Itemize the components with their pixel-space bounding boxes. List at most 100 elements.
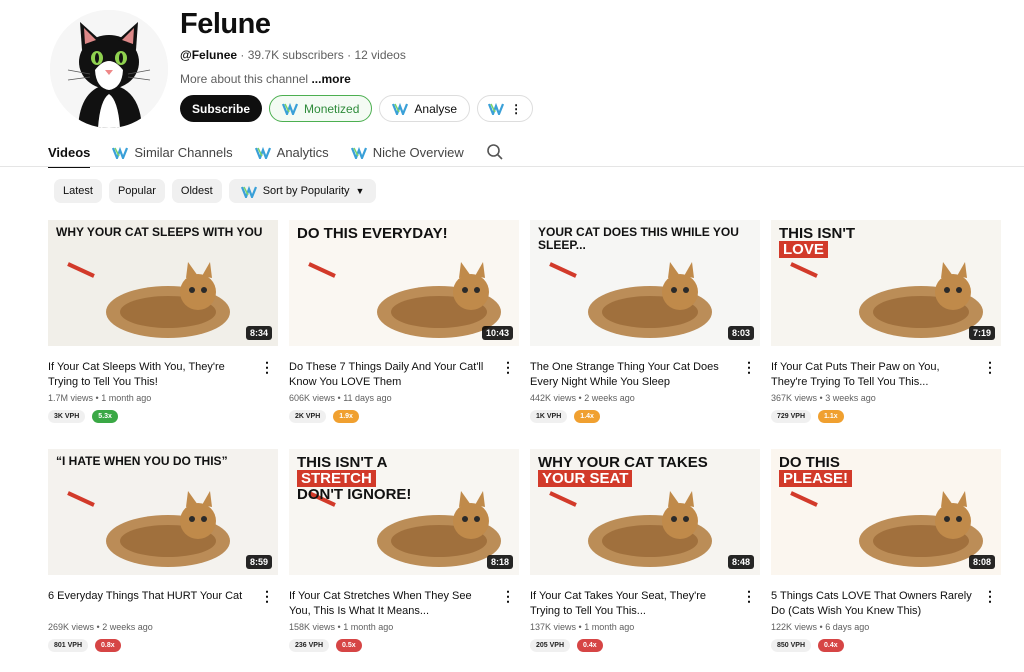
tab-similar-channels[interactable]: Similar Channels [112,140,233,164]
search-button[interactable] [486,140,504,164]
video-menu-icon[interactable]: ⋮ [983,360,997,374]
view-count: 1.7M views [48,393,94,403]
chip-latest[interactable]: Latest [54,179,102,203]
video-card[interactable]: THIS ISN'T A STRETCH DON'T IGNORE! 8:18 … [289,449,519,659]
tab-videos[interactable]: Videos [48,140,91,168]
tab-label: Analytics [276,144,329,160]
thumbnail-text-highlight: PLEASE! [779,469,853,487]
video-menu-icon[interactable]: ⋮ [501,589,515,603]
video-title[interactable]: 6 Everyday Things That HURT Your Cat [48,589,253,604]
vph-badge: 205 VPH [530,639,571,652]
video-thumbnail[interactable]: DO THIS PLEASE! 8:08 [771,449,1001,575]
channel-avatar[interactable] [50,10,168,128]
video-duration: 8:08 [968,555,995,569]
video-title[interactable]: If Your Cat Puts Their Paw on You, They'… [771,360,976,390]
view-count: 367K views [771,393,818,403]
video-meta: 606K views • 11 days ago [289,393,392,403]
video-card[interactable]: YOUR CAT DOES THIS WHILE YOU SLEEP... 8:… [530,220,760,430]
video-thumbnail[interactable]: THIS ISN'T A STRETCH DON'T IGNORE! 8:18 [289,449,519,575]
video-title[interactable]: If Your Cat Takes Your Seat, They're Try… [530,589,735,619]
channel-meta: @Felunee · 39.7K subscribers · 12 videos [180,48,406,62]
video-card[interactable]: WHY YOUR CAT SLEEPS WITH YOU 8:34 If You… [48,220,278,430]
video-meta: 367K views • 3 weeks ago [771,393,876,403]
vph-badge: 1K VPH [530,410,568,423]
thumbnail-headline: DO THIS PLEASE! [779,455,993,487]
video-menu-icon[interactable]: ⋮ [260,589,274,603]
video-thumbnail[interactable]: “I HATE WHEN YOU DO THIS” 8:59 [48,449,278,575]
more-options-button[interactable]: ⋮ [477,95,534,122]
video-thumbnail[interactable]: YOUR CAT DOES THIS WHILE YOU SLEEP... 8:… [530,220,760,346]
vph-badge: 2K VPH [289,410,327,423]
thumbnail-text: WHY YOUR CAT SLEEPS WITH YOU [56,225,263,239]
video-card[interactable]: DO THIS PLEASE! 8:08 5 Things Cats LOVE … [771,449,1001,659]
video-card[interactable]: THIS ISN'T LOVE 7:19 If Your Cat Puts Th… [771,220,1001,430]
thumbnail-text: DO THIS EVERYDAY! [297,225,448,242]
video-card[interactable]: DO THIS EVERYDAY! 10:43 Do These 7 Thing… [289,220,519,430]
video-title[interactable]: If Your Cat Stretches When They See You,… [289,589,494,619]
video-title[interactable]: Do These 7 Things Daily And Your Cat'll … [289,360,494,390]
video-stats: 801 VPH 0.8x [48,639,121,652]
monetized-button[interactable]: Monetized [269,95,373,122]
thumbnail-headline: WHY YOUR CAT TAKES YOUR SEAT [538,455,752,487]
analyse-button[interactable]: Analyse [379,95,471,122]
video-meta: 269K views • 2 weeks ago [48,622,153,632]
video-title[interactable]: 5 Things Cats LOVE That Owners Rarely Do… [771,589,976,619]
vidiq-icon [112,146,129,159]
chevron-down-icon: ▼ [355,186,365,196]
multiplier-badge: 1.4x [574,410,600,423]
view-count: 606K views [289,393,336,403]
video-duration: 8:18 [486,555,513,569]
video-card[interactable]: “I HATE WHEN YOU DO THIS” 8:59 6 Everyda… [48,449,278,659]
thumbnail-text: YOUR CAT DOES THIS WHILE YOU SLEEP... [538,225,739,252]
video-duration: 10:43 [481,326,513,340]
thumbnail-text-highlight: LOVE [779,240,828,258]
tab-analytics[interactable]: Analytics [254,140,329,164]
video-menu-icon[interactable]: ⋮ [260,360,274,374]
upload-age: 3 weeks ago [825,393,876,403]
video-stats: 850 VPH 0.4x [771,639,844,652]
video-title[interactable]: If Your Cat Sleeps With You, They're Try… [48,360,253,390]
video-meta: 122K views • 6 days ago [771,622,869,632]
video-menu-icon[interactable]: ⋮ [501,360,515,374]
about-link[interactable]: More about this channel ...more [180,72,351,86]
video-thumbnail[interactable]: DO THIS EVERYDAY! 10:43 [289,220,519,346]
sort-dropdown[interactable]: Sort by Popularity ▼ [228,179,377,203]
video-thumbnail[interactable]: WHY YOUR CAT SLEEPS WITH YOU 8:34 [48,220,278,346]
video-card[interactable]: WHY YOUR CAT TAKES YOUR SEAT 8:48 If You… [530,449,760,659]
video-thumbnail[interactable]: THIS ISN'T LOVE 7:19 [771,220,1001,346]
thumbnail-headline: DO THIS EVERYDAY! [297,226,511,242]
video-meta: 442K views • 2 weeks ago [530,393,635,403]
upload-age: 1 month ago [584,622,635,632]
thumbnail-headline: YOUR CAT DOES THIS WHILE YOU SLEEP... [538,226,752,251]
channel-name: Felune [180,8,271,40]
more-link[interactable]: ...more [311,72,350,86]
subscribe-button[interactable]: Subscribe [180,95,263,122]
video-menu-icon[interactable]: ⋮ [742,589,756,603]
search-icon [486,144,503,160]
video-menu-icon[interactable]: ⋮ [742,360,756,374]
chip-popular[interactable]: Popular [108,179,165,203]
channel-actions: Subscribe Monetized Analyse ⋮ [180,95,534,122]
thumbnail-text-highlight: YOUR SEAT [538,469,633,487]
analyse-label: Analyse [414,101,458,116]
tab-divider [0,166,1024,167]
chip-oldest[interactable]: Oldest [171,179,222,203]
vph-badge: 850 VPH [771,639,812,652]
video-menu-icon[interactable]: ⋮ [983,589,997,603]
video-stats: 729 VPH 1.1x [771,410,844,423]
tab-niche-overview[interactable]: Niche Overview [350,140,464,164]
thumbnail-text-sub: DON'T IGNORE! [297,485,412,503]
view-count: 269K views [48,622,95,632]
video-meta: 137K views • 1 month ago [530,622,634,632]
filter-chips: Latest Popular Oldest Sort by Popularity… [54,179,377,203]
thumbnail-text: THIS ISN'T A [297,454,388,471]
multiplier-badge: 1.9x [333,410,359,423]
upload-age: 2 weeks ago [102,622,153,632]
video-title[interactable]: The One Strange Thing Your Cat Does Ever… [530,360,735,390]
video-thumbnail[interactable]: WHY YOUR CAT TAKES YOUR SEAT 8:48 [530,449,760,575]
about-text: More about this channel [180,72,309,86]
upload-age: 2 weeks ago [584,393,635,403]
video-stats: 1K VPH 1.4x [530,410,600,423]
vph-badge: 729 VPH [771,410,812,423]
upload-age: 6 days ago [825,622,870,632]
